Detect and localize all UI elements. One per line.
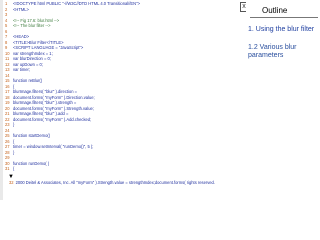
code-line-text: blurImage.filters( "blur" ).strength = <box>13 100 77 105</box>
code-line-text: { <box>13 83 15 89</box>
outline-item-blur-parameters[interactable]: 1.2 Various blur parameters <box>248 44 320 60</box>
code-line-text: document.forms( "myForm" ).Direction.val… <box>13 94 95 100</box>
code-listing-pane: 1 <!DOCTYPE html PUBLIC "-//W3C//DTD HTML… <box>3 0 246 240</box>
outline-divider <box>250 17 318 18</box>
outline-title: Outline <box>262 6 288 15</box>
code-line-text: var timer; <box>13 67 31 72</box>
code-line: 27 timer = window.setInterval( "runDemo()… <box>5 144 93 150</box>
code-line-text: timer = window.setInterval( "runDemo()",… <box>13 144 94 149</box>
code-line-text: { <box>13 166 15 171</box>
footer-line-number: 32 <box>9 180 14 185</box>
code-line-text: var blurDirection = 0; <box>13 56 51 61</box>
outline-list: 1. Using the blur filter 1.2 Various blu… <box>248 26 320 70</box>
code-line-text: } <box>13 149 15 155</box>
code-line-text: <!-- Fig 17.6: blur.html --> <box>13 17 60 23</box>
footer-text: 2000 Deitel & Associates, Inc. All "myFo… <box>15 180 215 185</box>
outline-item-blur-filter[interactable]: 1. Using the blur filter <box>248 26 320 34</box>
code-line-text: blurImage.filters( "blur" ).direction = <box>13 89 77 94</box>
code-line-text: { <box>13 138 15 144</box>
code-line-text: <TITLE>Blur Filter</TITLE> <box>13 39 64 45</box>
code-line: 22 document.forms( "myForm" ).Add.checked… <box>5 117 91 123</box>
code-line-text: <!DOCTYPE html PUBLIC "-//W3C//DTD HTML … <box>13 1 140 6</box>
code-line-text: document.forms( "myForm" ).Add.checked; <box>13 116 92 122</box>
code-line-text: function runDemo( ) <box>13 160 50 166</box>
code-line-number: 31 <box>5 166 10 171</box>
code-line-text: <SCRIPT LANGUAGE = "JavaScript"> <box>13 45 84 50</box>
code-line-text: function startDemo() <box>13 133 51 138</box>
code-line-text: document.forms( "myForm" ).Strength.valu… <box>13 105 94 111</box>
code-line-text: <HEAD> <box>13 34 30 39</box>
code-line-text: var upDown = 0; <box>13 61 43 67</box>
code-line-text: <!-- The blur filter --> <box>13 23 51 28</box>
code-line-text: function reBlur() <box>13 78 43 83</box>
code-footer-copyright: 32 2000 Deitel & Associates, Inc. All "my… <box>9 180 245 186</box>
code-line: 31{ <box>5 166 14 172</box>
code-line-text: <HTML> <box>13 6 29 12</box>
code-line-text: blurImage.filters( "blur" ).add = <box>13 111 69 116</box>
code-line-text: var strengthIndex = 1; <box>13 50 53 56</box>
code-line-text: } <box>13 122 15 127</box>
